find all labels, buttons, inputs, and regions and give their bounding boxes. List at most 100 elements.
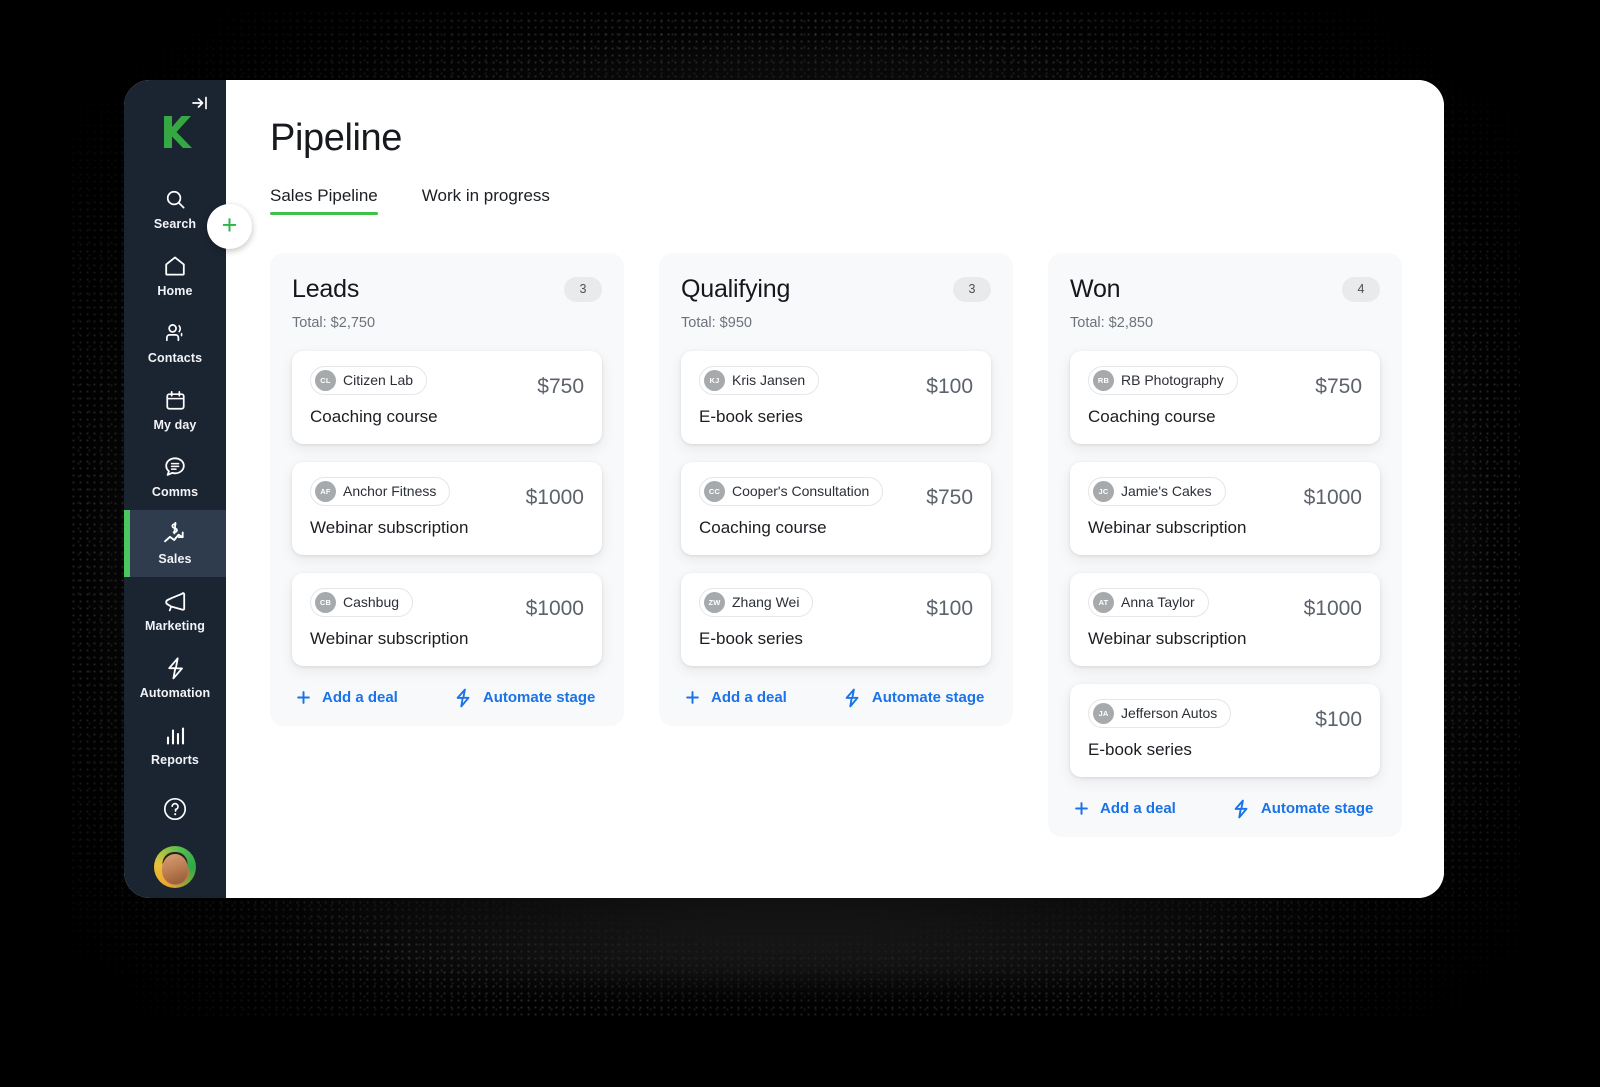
deal-amount: $1000 bbox=[1303, 596, 1362, 620]
contact-initials-avatar: CB bbox=[315, 591, 336, 613]
column-count-badge: 4 bbox=[1342, 276, 1380, 302]
add-a-deal-button[interactable]: Add a deal bbox=[296, 689, 398, 706]
automate-stage-button[interactable]: Automate stage bbox=[454, 688, 595, 708]
deal-name: E-book series bbox=[1088, 739, 1192, 759]
sidebar-item-comms[interactable]: Comms bbox=[124, 443, 226, 510]
automate-stage-label: Automate stage bbox=[871, 689, 985, 707]
deal-card[interactable]: KJ Kris Jansen E-book series $100 bbox=[681, 350, 991, 444]
contact-chip[interactable]: KJ Kris Jansen bbox=[699, 365, 820, 395]
deal-card-body: AF Anchor Fitness Webinar subscription bbox=[310, 476, 468, 538]
deal-amount: $750 bbox=[1315, 374, 1362, 398]
sidebar-item-home[interactable]: Home bbox=[124, 242, 226, 309]
automate-stage-button[interactable]: Automate stage bbox=[1232, 799, 1374, 819]
contact-name: Citizen Lab bbox=[343, 372, 414, 389]
help-icon[interactable] bbox=[162, 786, 188, 832]
contact-initials-avatar: KJ bbox=[704, 369, 725, 391]
contact-chip[interactable]: AF Anchor Fitness bbox=[310, 476, 451, 506]
column-actions: Add a deal Automate stage bbox=[681, 688, 991, 708]
deal-amount: $100 bbox=[926, 596, 973, 620]
plus-icon: + bbox=[221, 210, 238, 240]
contact-name: Jefferson Autos bbox=[1121, 705, 1218, 722]
deal-card[interactable]: AF Anchor Fitness Webinar subscription $… bbox=[292, 461, 602, 555]
deal-card-body: CC Cooper's Consultation Coaching course bbox=[699, 476, 884, 538]
add-a-deal-button[interactable]: Add a deal bbox=[685, 689, 787, 706]
sidebar-item-my-day[interactable]: My day bbox=[124, 376, 226, 443]
contact-name: Cooper's Consultation bbox=[732, 483, 870, 500]
pipeline-column-qualifying: Qualifying 3 Total: $950 KJ Kris Jansen … bbox=[659, 252, 1013, 726]
column-header: Qualifying 3 bbox=[681, 275, 991, 304]
deal-amount: $1000 bbox=[1303, 485, 1362, 509]
contact-initials-avatar: RB bbox=[1093, 369, 1114, 391]
sidebar-item-reports[interactable]: Reports bbox=[124, 711, 226, 778]
chat-icon bbox=[163, 454, 187, 480]
deal-amount: $100 bbox=[1315, 707, 1362, 731]
deal-card-body: ZW Zhang Wei E-book series bbox=[699, 587, 814, 649]
keap-logo-icon[interactable] bbox=[154, 111, 196, 153]
app-window: + Search Home Contacts My day Comms Sale… bbox=[124, 80, 1444, 898]
contact-chip[interactable]: CB Cashbug bbox=[310, 587, 414, 617]
automate-stage-label: Automate stage bbox=[1260, 800, 1374, 818]
collapse-sidebar-icon[interactable] bbox=[188, 92, 214, 114]
deal-card-body: CL Citizen Lab Coaching course bbox=[310, 365, 438, 427]
deal-card[interactable]: JA Jefferson Autos E-book series $100 bbox=[1070, 683, 1380, 777]
sidebar-item-sales[interactable]: Sales bbox=[124, 510, 226, 577]
contact-name: Anna Taylor bbox=[1121, 594, 1195, 611]
sidebar-item-label: Home bbox=[157, 284, 193, 298]
contact-initials-avatar: ZW bbox=[704, 591, 725, 613]
contact-chip[interactable]: ZW Zhang Wei bbox=[699, 587, 814, 617]
sidebar-item-contacts[interactable]: Contacts bbox=[124, 309, 226, 376]
main-content: Pipeline Sales Pipeline Work in progress… bbox=[226, 80, 1444, 898]
page-title: Pipeline bbox=[270, 117, 403, 159]
avatar[interactable] bbox=[154, 846, 196, 888]
contact-chip[interactable]: CC Cooper's Consultation bbox=[699, 476, 884, 506]
add-a-deal-label: Add a deal bbox=[711, 689, 787, 707]
sidebar-item-label: My day bbox=[153, 418, 197, 432]
search-icon bbox=[164, 186, 187, 212]
deal-card[interactable]: RB RB Photography Coaching course $750 bbox=[1070, 350, 1380, 444]
automate-stage-button[interactable]: Automate stage bbox=[843, 688, 985, 708]
deal-card[interactable]: JC Jamie's Cakes Webinar subscription $1… bbox=[1070, 461, 1380, 555]
sidebar-item-label: Comms bbox=[151, 485, 199, 499]
contact-name: Cashbug bbox=[343, 594, 400, 611]
contact-name: Anchor Fitness bbox=[343, 483, 437, 500]
deal-card-list: CL Citizen Lab Coaching course $750 AF A… bbox=[292, 350, 602, 666]
deal-card[interactable]: ZW Zhang Wei E-book series $100 bbox=[681, 572, 991, 666]
contact-chip[interactable]: JA Jefferson Autos bbox=[1088, 698, 1232, 728]
column-total: Total: $2,750 bbox=[292, 314, 376, 331]
deal-card-list: RB RB Photography Coaching course $750 J… bbox=[1070, 350, 1380, 777]
sidebar-item-marketing[interactable]: Marketing bbox=[124, 577, 226, 644]
sidebar-nav: Search Home Contacts My day Comms Sales … bbox=[124, 175, 226, 888]
contact-chip[interactable]: CL Citizen Lab bbox=[310, 365, 428, 395]
add-button[interactable]: + bbox=[207, 204, 252, 249]
deal-amount: $750 bbox=[926, 485, 973, 509]
sidebar: + Search Home Contacts My day Comms Sale… bbox=[124, 80, 252, 898]
contact-chip[interactable]: RB RB Photography bbox=[1088, 365, 1238, 395]
contact-initials-avatar: AT bbox=[1093, 591, 1114, 613]
contact-chip[interactable]: AT Anna Taylor bbox=[1088, 587, 1209, 617]
deal-card[interactable]: AT Anna Taylor Webinar subscription $100… bbox=[1070, 572, 1380, 666]
plus-icon bbox=[685, 690, 700, 705]
sidebar-item-label: Sales bbox=[158, 552, 192, 566]
deal-card[interactable]: CB Cashbug Webinar subscription $1000 bbox=[292, 572, 602, 666]
contact-initials-avatar: JA bbox=[1093, 702, 1114, 724]
deal-card[interactable]: CC Cooper's Consultation Coaching course… bbox=[681, 461, 991, 555]
tab-work-in-progress[interactable]: Work in progress bbox=[422, 186, 550, 215]
deal-card[interactable]: CL Citizen Lab Coaching course $750 bbox=[292, 350, 602, 444]
sidebar-item-label: Marketing bbox=[145, 619, 205, 633]
deal-name: Webinar subscription bbox=[1088, 517, 1247, 537]
deal-name: E-book series bbox=[699, 406, 803, 426]
column-count-badge: 3 bbox=[953, 276, 991, 302]
deal-card-list: KJ Kris Jansen E-book series $100 CC Coo… bbox=[681, 350, 991, 666]
column-count-badge: 3 bbox=[564, 276, 602, 302]
contact-chip[interactable]: JC Jamie's Cakes bbox=[1088, 476, 1226, 506]
deal-name: Coaching course bbox=[310, 406, 438, 426]
avatar-face bbox=[162, 853, 188, 884]
pipeline-board: Leads 3 Total: $2,750 CL Citizen Lab Coa… bbox=[270, 252, 1444, 837]
column-header: Leads 3 bbox=[292, 275, 602, 304]
deal-card-body: KJ Kris Jansen E-book series bbox=[699, 365, 820, 427]
bar-chart-icon bbox=[164, 722, 186, 748]
sidebar-item-automation[interactable]: Automation bbox=[124, 644, 226, 711]
deal-card-body: AT Anna Taylor Webinar subscription bbox=[1088, 587, 1246, 649]
add-a-deal-button[interactable]: Add a deal bbox=[1074, 800, 1176, 817]
tab-sales-pipeline[interactable]: Sales Pipeline bbox=[270, 186, 378, 215]
